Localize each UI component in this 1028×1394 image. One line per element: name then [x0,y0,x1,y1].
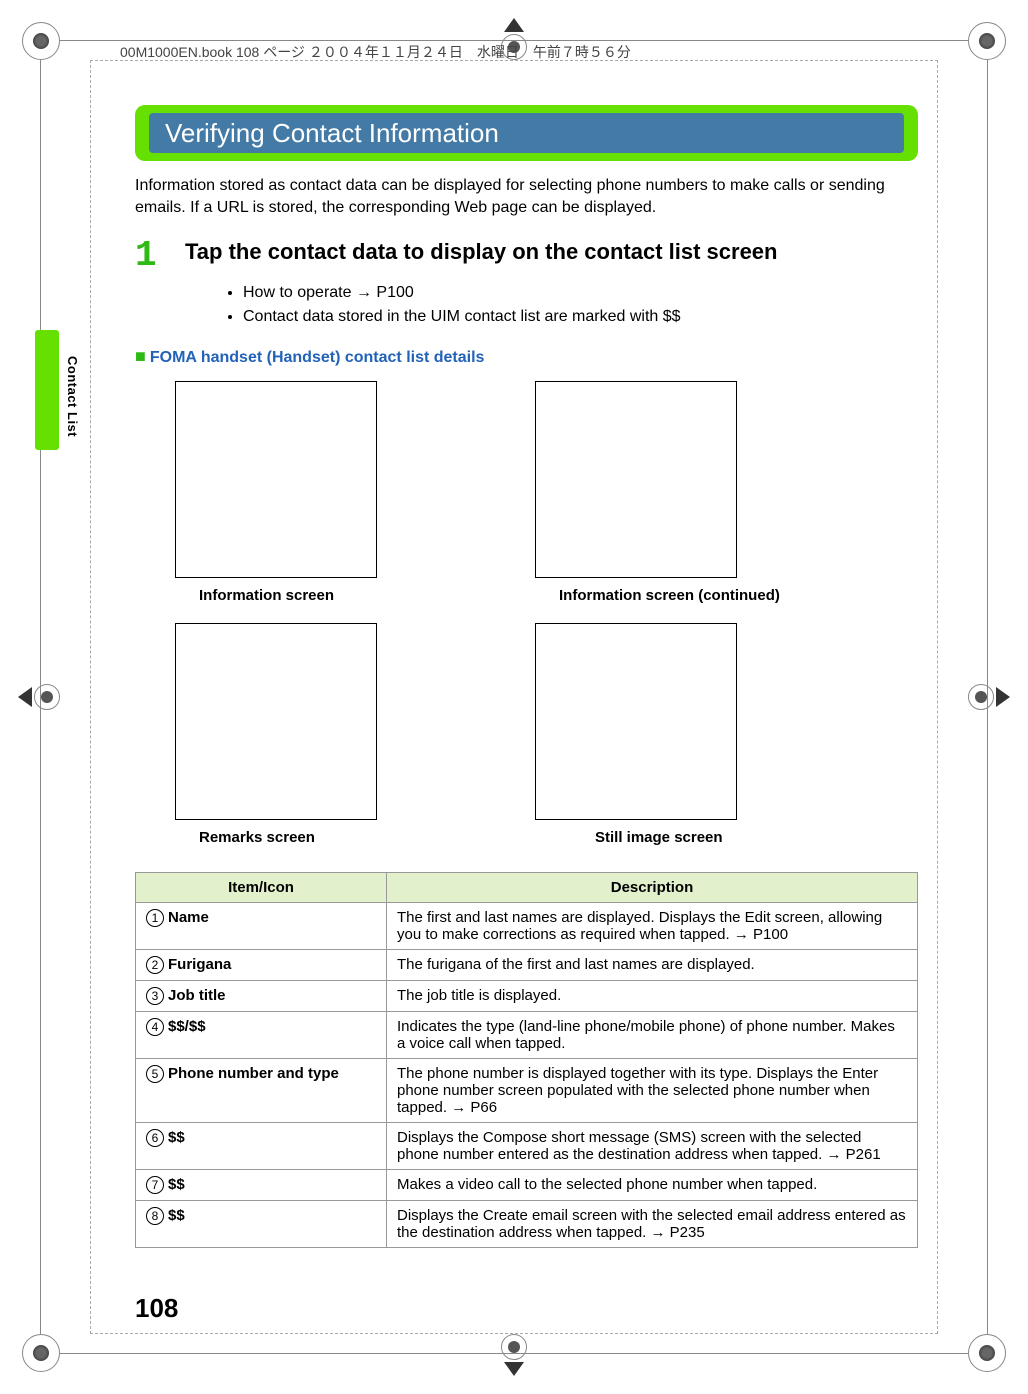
circled-number-icon: 6 [146,1129,164,1147]
circled-number-icon: 3 [146,987,164,1005]
table-cell-description: The job title is displayed. [387,980,918,1011]
screenshot-caption: Remarks screen [199,828,475,848]
table-row: 7$$Makes a video call to the selected ph… [136,1169,918,1200]
table-row: 4$$/$$Indicates the type (land-line phon… [136,1011,918,1058]
table-row: 2FuriganaThe furigana of the first and l… [136,949,918,980]
crop-mark-icon [22,1334,60,1372]
subheading: ■FOMA handset (Handset) contact list det… [135,346,918,367]
item-label: $$ [168,1207,185,1224]
item-label: Name [168,909,209,926]
screenshot-placeholder-block: Information screen (continued) [535,381,835,606]
section-tab [35,330,59,450]
table-header-item: Item/Icon [136,872,387,902]
item-label: $$ [168,1176,185,1193]
page-number: 108 [135,1293,178,1324]
crop-mark-icon [18,684,60,710]
item-label: Phone number and type [168,1065,339,1082]
crop-mark-icon [501,1334,527,1376]
circled-number-icon: 7 [146,1176,164,1194]
step-title: Tap the contact data to display on the c… [185,238,778,267]
table-row: 8$$Displays the Create email screen with… [136,1200,918,1247]
table-cell-description: The first and last names are displayed. … [387,902,918,949]
step-bullet: How to operate → P100 [243,284,918,302]
crop-mark-icon [22,22,60,60]
table-cell-description: Displays the Compose short message (SMS)… [387,1122,918,1169]
table-cell-item: 1Name [136,902,387,949]
screenshot-placeholder [535,381,737,578]
table-cell-item: 2Furigana [136,949,387,980]
table-cell-item: 5Phone number and type [136,1058,387,1122]
item-label: $$/$$ [168,1018,206,1035]
screenshot-caption: Information screen [199,586,475,606]
screenshot-placeholder [175,623,377,820]
screenshot-placeholder [175,381,377,578]
table-cell-item: 7$$ [136,1169,387,1200]
table-cell-item: 4$$/$$ [136,1011,387,1058]
intro-text: Information stored as contact data can b… [135,175,918,220]
screenshot-placeholder-block: Remarks screen [175,623,475,848]
description-table: Item/Icon Description 1NameThe first and… [135,872,918,1248]
table-cell-item: 6$$ [136,1122,387,1169]
square-bullet-icon: ■ [135,346,146,366]
crop-line [987,60,988,1334]
table-row: 5Phone number and typeThe phone number i… [136,1058,918,1122]
circled-number-icon: 2 [146,956,164,974]
screenshot-placeholder [535,623,737,820]
circled-number-icon: 5 [146,1065,164,1083]
screenshot-caption: Still image screen [595,828,835,848]
crop-mark-icon [968,1334,1006,1372]
crop-line [60,1353,968,1354]
table-cell-description: Makes a video call to the selected phone… [387,1169,918,1200]
table-cell-description: Displays the Create email screen with th… [387,1200,918,1247]
table-row: 1NameThe first and last names are displa… [136,902,918,949]
screenshot-placeholder-block: Still image screen [535,623,835,848]
table-row: 6$$Displays the Compose short message (S… [136,1122,918,1169]
document-meta-header: 00M1000EN.book 108 ページ ２００４年１１月２４日 水曜日 午… [120,42,631,62]
step-bullets: How to operate → P100 Contact data store… [185,284,918,326]
table-cell-description: The phone number is displayed together w… [387,1058,918,1122]
subheading-text: FOMA handset (Handset) contact list deta… [150,349,485,366]
crop-mark-icon [968,22,1006,60]
item-label: Furigana [168,956,231,973]
table-cell-description: The furigana of the first and last names… [387,949,918,980]
table-row: 3Job titleThe job title is displayed. [136,980,918,1011]
crop-mark-icon [968,684,1010,710]
section-tab-label: Contact List [65,356,80,437]
crop-line [40,60,41,1334]
table-cell-item: 8$$ [136,1200,387,1247]
table-cell-item: 3Job title [136,980,387,1011]
table-cell-description: Indicates the type (land-line phone/mobi… [387,1011,918,1058]
circled-number-icon: 8 [146,1207,164,1225]
screenshot-placeholder-block: Information screen [175,381,475,606]
screenshot-caption: Information screen (continued) [559,586,835,606]
item-label: Job title [168,987,226,1004]
section-heading: Verifying Contact Information [135,105,918,161]
section-heading-title: Verifying Contact Information [149,113,904,153]
table-header-description: Description [387,872,918,902]
circled-number-icon: 1 [146,909,164,927]
crop-line [60,40,968,41]
circled-number-icon: 4 [146,1018,164,1036]
item-label: $$ [168,1129,185,1146]
step-number: 1 [135,238,185,274]
step-bullet: Contact data stored in the UIM contact l… [243,308,918,326]
